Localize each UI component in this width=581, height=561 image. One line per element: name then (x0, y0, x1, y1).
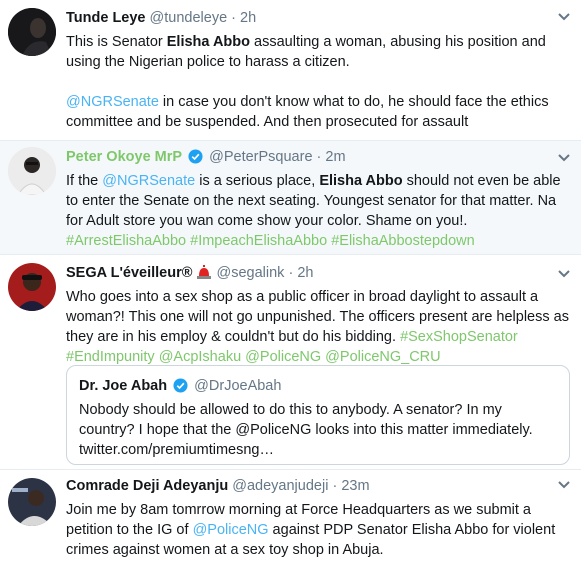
tweet-header: SEGA L'éveilleur® @segalink · 2h (66, 263, 571, 283)
verified-badge-icon (173, 378, 188, 393)
tweet-header: Peter Okoye MrP @PeterPsquare · 2m (66, 147, 571, 167)
display-name[interactable]: SEGA L'éveilleur® (66, 265, 192, 281)
display-name[interactable]: Comrade Deji Adeyanju (66, 478, 228, 494)
quoted-tweet-text: Nobody should be allowed to do this to a… (79, 402, 533, 458)
separator-dot: · (288, 265, 294, 281)
tweet-text: Who goes into a sex shop as a public off… (66, 287, 571, 367)
mention-link[interactable]: @AcpIshaku (159, 349, 241, 365)
user-handle[interactable]: @tundeleye (150, 10, 228, 26)
avatar-deji-adeyanju[interactable] (8, 478, 56, 526)
tweet-sega[interactable]: SEGA L'éveilleur® @segalink · 2h Who goe… (0, 255, 581, 470)
quoted-tweet[interactable]: Dr. Joe Abah @DrJoeAbah Nobody should be… (66, 365, 570, 465)
chevron-down-icon[interactable] (557, 10, 571, 24)
mention-link[interactable]: @NGRSenate (66, 94, 159, 110)
mention-link[interactable]: @PoliceNG (193, 522, 269, 538)
user-handle[interactable]: @segalink (216, 265, 284, 281)
tweet-header: Tunde Leye @tundeleye · 2h (66, 8, 571, 28)
timestamp[interactable]: 2h (297, 265, 313, 281)
chevron-down-icon[interactable] (557, 267, 571, 281)
mention-link[interactable]: @PoliceNG_CRU (325, 349, 440, 365)
avatar-sega[interactable] (8, 263, 56, 311)
tweet-peter-okoye[interactable]: Peter Okoye MrP @PeterPsquare · 2m If th… (0, 141, 581, 255)
quoted-tweet-header: Dr. Joe Abah @DrJoeAbah (79, 376, 557, 396)
text-segment: If the (66, 173, 103, 189)
chevron-down-icon[interactable] (557, 151, 571, 165)
chevron-down-icon[interactable] (557, 478, 571, 492)
tweet-text: Join me by 8am tomrrow morning at Force … (66, 500, 571, 560)
avatar-image (8, 8, 56, 56)
text-segment: This is Senator (66, 34, 167, 50)
mention-link[interactable]: @PoliceNG (245, 349, 321, 365)
display-name[interactable]: Dr. Joe Abah (79, 378, 167, 394)
user-handle[interactable]: @adeyanjudeji (232, 478, 328, 494)
display-name[interactable]: Tunde Leye (66, 10, 146, 26)
bold-name: Elisha Abbo (166, 34, 250, 50)
tweet-text: This is Senator Elisha Abbo assaulting a… (66, 32, 571, 132)
avatar-peter-okoye[interactable] (8, 147, 56, 195)
mention-link[interactable]: @NGRSenate (102, 173, 195, 189)
hashtag-link[interactable]: #ImpeachElishaAbbo (190, 233, 327, 249)
avatar-tunde-leye[interactable] (8, 8, 56, 56)
separator-dot: · (231, 10, 237, 26)
hashtag-link[interactable]: #SexShopSenator (400, 329, 518, 345)
user-handle[interactable]: @DrJoeAbah (194, 378, 281, 394)
hashtag-link[interactable]: #EndImpunity (66, 349, 155, 365)
bold-name: Elisha Abbo (319, 173, 403, 189)
avatar-image (8, 263, 56, 311)
timestamp[interactable]: 2h (240, 10, 256, 26)
timestamp[interactable]: 2m (325, 149, 345, 165)
text-segment: is a serious place, (195, 173, 320, 189)
display-name[interactable]: Peter Okoye MrP (66, 149, 182, 165)
tweet-header: Comrade Deji Adeyanju @adeyanjudeji · 23… (66, 476, 571, 496)
avatar-image (8, 147, 56, 195)
verified-badge-icon (188, 149, 203, 164)
user-handle[interactable]: @PeterPsquare (209, 149, 312, 165)
tweet-text: If the @NGRSenate is a serious place, El… (66, 171, 571, 251)
separator-dot: · (332, 478, 338, 494)
avatar-image (8, 478, 56, 526)
timestamp[interactable]: 23m (341, 478, 369, 494)
hashtag-link[interactable]: #ArrestElishaAbbo (66, 233, 186, 249)
separator-dot: · (316, 149, 322, 165)
hashtag-link[interactable]: #ElishaAbbostepdown (331, 233, 475, 249)
tweet-tunde-leye[interactable]: Tunde Leye @tundeleye · 2h This is Senat… (0, 0, 581, 141)
tweet-deji-adeyanju[interactable]: Comrade Deji Adeyanju @adeyanjudeji · 23… (0, 470, 581, 561)
siren-emoji-icon (197, 265, 212, 279)
